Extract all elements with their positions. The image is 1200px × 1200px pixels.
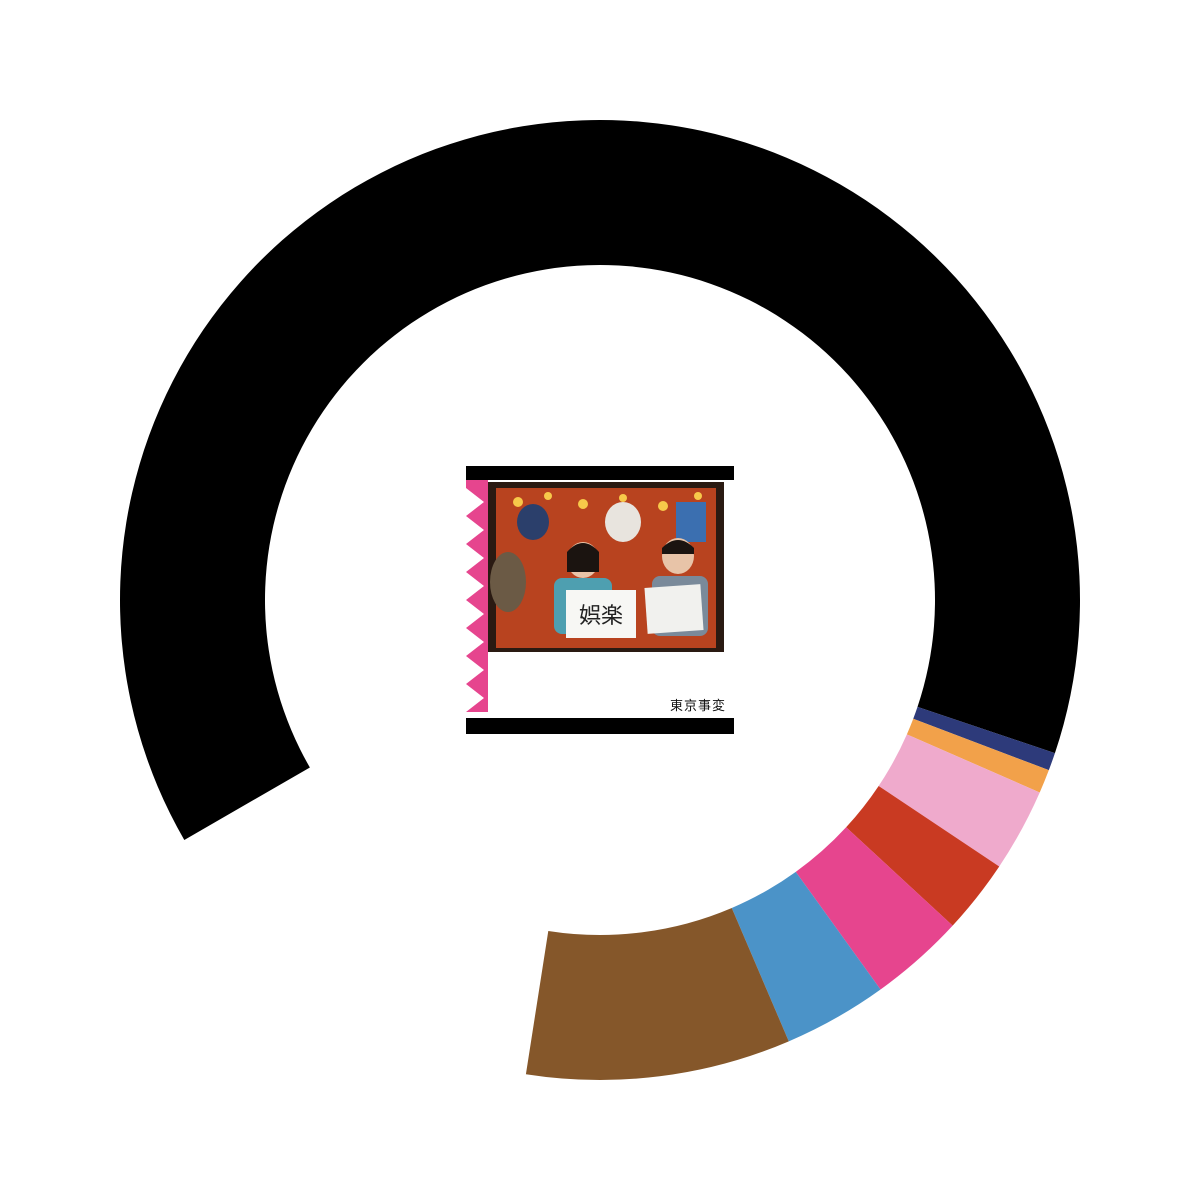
sign-text: 娯楽 xyxy=(579,604,623,629)
photo-illustration: 娯楽 xyxy=(488,482,724,652)
thumbnail-bottom-bar xyxy=(466,718,734,734)
thumbnail-top-bar xyxy=(466,466,734,480)
band-name-caption: 東京事変 xyxy=(669,699,726,714)
zigzag-border xyxy=(466,480,488,712)
tv-studio-photo: 娯楽 xyxy=(488,482,724,652)
album-thumbnail: 娯楽 東京事変 xyxy=(466,466,734,734)
